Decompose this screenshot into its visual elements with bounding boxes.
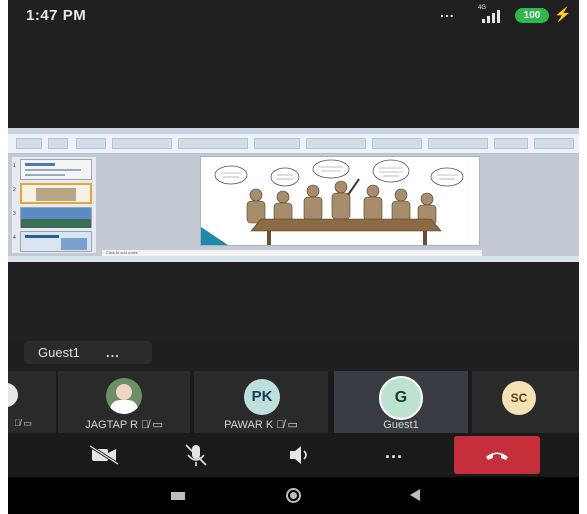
ppt-statusbar — [8, 256, 579, 262]
call-controls: ... — [8, 433, 579, 477]
phone-screen: 1:47 PM ... 4G 100 ⚡ 1 2 3 4 Click to ad… — [8, 0, 579, 514]
participant-name: Guest1 — [383, 419, 419, 431]
avatar-initials: SC — [502, 381, 536, 415]
battery-level: 100 — [523, 10, 541, 21]
participant-tile-jagtap[interactable]: JAGTAP R 🎙̸ ▭ — [58, 371, 190, 433]
end-call-icon — [486, 452, 508, 460]
participant-tile[interactable]: 🎙̸ ▭ — [8, 371, 56, 433]
signal-icon: 4G — [478, 5, 508, 23]
battery-icon: 100 — [515, 8, 549, 23]
shared-presentation: 1 2 3 4 Click to add notes — [8, 128, 579, 262]
back-icon[interactable] — [410, 489, 420, 501]
slide-canvas — [200, 156, 480, 246]
participant-name: JAGTAP R 🎙̸ ▭ — [85, 419, 163, 431]
android-nav-bar — [8, 477, 579, 514]
video-toggle-button[interactable] — [74, 437, 134, 473]
slide-thumbnail — [20, 207, 92, 228]
cartoon-meeting-illustration — [201, 159, 464, 245]
end-call-button[interactable] — [454, 436, 540, 474]
recent-apps-icon[interactable] — [171, 492, 185, 500]
participant-tile-pawar[interactable]: PK PAWAR K 🎙̸ ▭ — [194, 371, 328, 433]
participant-tile-guest1[interactable]: G Guest1 — [334, 371, 468, 433]
avatar — [8, 383, 18, 407]
notification-overflow-icon: ... — [440, 4, 455, 20]
video-off-icon — [89, 444, 119, 466]
more-options-icon[interactable]: ... — [106, 341, 120, 364]
status-time: 1:47 PM — [26, 7, 87, 24]
slide-thumbnails: 1 2 3 4 — [12, 157, 96, 253]
ppt-ribbon — [8, 134, 579, 154]
avatar-photo — [106, 378, 142, 414]
avatar-initials: PK — [244, 379, 280, 415]
mic-off-icon — [185, 444, 207, 466]
avatar-initials: G — [379, 376, 423, 420]
more-options-button[interactable]: ... — [364, 437, 424, 473]
charging-icon: ⚡ — [554, 6, 572, 22]
active-speaker-name: Guest1 — [38, 345, 80, 360]
mute-toggle-button[interactable] — [166, 437, 226, 473]
participant-tile-sc[interactable]: SC — [472, 371, 579, 433]
status-bar: 1:47 PM ... 4G 100 ⚡ — [8, 0, 579, 30]
shared-screen-view[interactable]: 1 2 3 4 Click to add notes — [8, 30, 579, 340]
home-icon[interactable] — [286, 488, 301, 503]
ppt-workspace: 1 2 3 4 Click to add notes — [8, 154, 579, 256]
participant-name: PAWAR K 🎙̸ ▭ — [224, 419, 298, 431]
slide-thumbnail — [20, 231, 92, 252]
slide-thumbnail-selected — [20, 183, 92, 204]
mic-video-off-icons: 🎙̸ ▭ — [14, 418, 32, 428]
active-speaker-label[interactable]: Guest1 ... — [24, 341, 152, 364]
slide-thumbnail — [20, 159, 92, 180]
speaker-icon — [290, 446, 307, 464]
participant-strip[interactable]: 🎙̸ ▭ JAGTAP R 🎙̸ ▭ PK PAWAR K 🎙̸ ▭ G Gue… — [8, 371, 579, 433]
network-type: 4G — [478, 5, 487, 11]
speaker-toggle-button[interactable] — [270, 437, 330, 473]
